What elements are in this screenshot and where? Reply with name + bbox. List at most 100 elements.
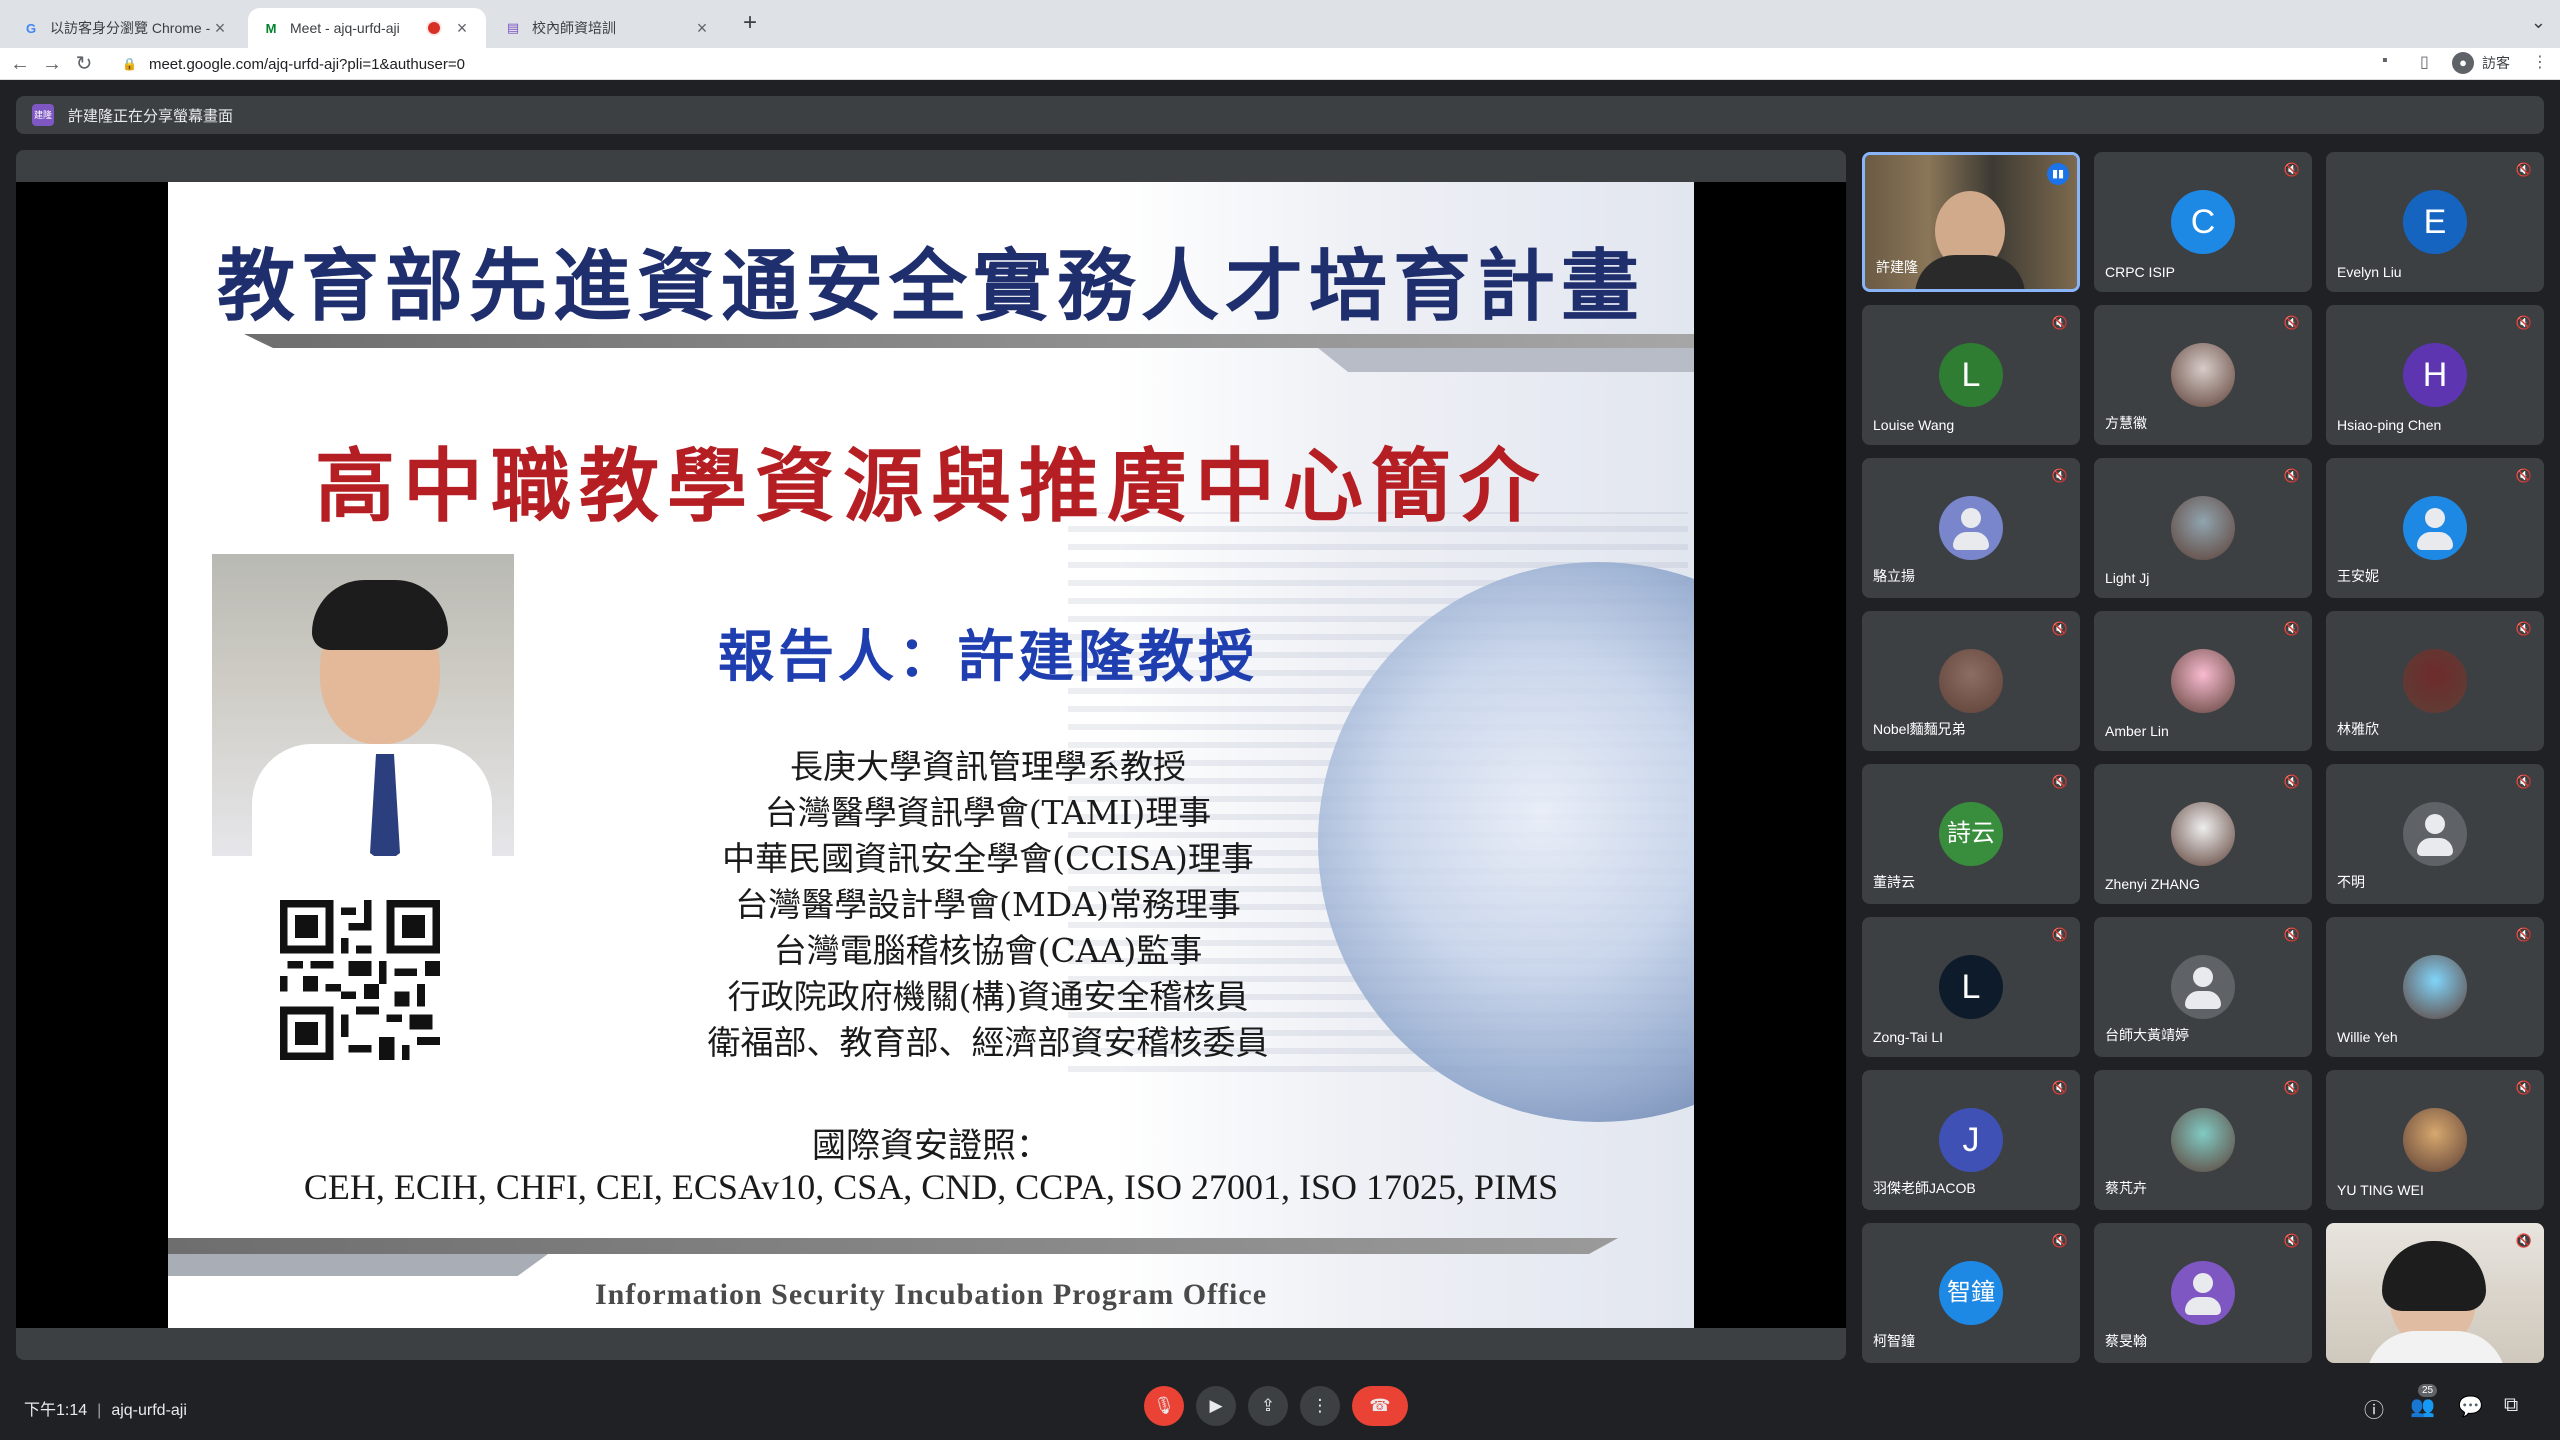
- chat-icon[interactable]: 💬: [2458, 1394, 2483, 1419]
- microphone-off-button[interactable]: 🎙: [1144, 1386, 1184, 1426]
- participant-tile[interactable]: 🔇 Zhenyi ZHANG: [2094, 764, 2312, 904]
- tab-title: Meet - ajq-urfd-aji: [290, 20, 400, 36]
- participant-name: 羽傑老師JACOB: [1873, 1180, 1976, 1196]
- participant-tile[interactable]: E 🔇 Evelyn Liu: [2326, 152, 2544, 292]
- participant-tile[interactable]: 🔇: [2326, 1223, 2544, 1363]
- presentation-slide: 教育部先進資通安全實務人才培育計畫 高中職教學資源與推廣中心簡介 報告人：許建隆…: [168, 182, 1694, 1328]
- tab-training[interactable]: ▤ 校內師資培訓 ×: [490, 8, 726, 48]
- participant-tile[interactable]: 🔇 YU TING WEI: [2326, 1070, 2544, 1210]
- presenter-photo: [212, 554, 514, 856]
- participant-name: 董詩云: [1873, 874, 1915, 890]
- slide-title-line: 中華民國資訊安全學會(CCISA)理事: [722, 839, 1254, 878]
- participant-name: 王安妮: [2337, 568, 2379, 584]
- participant-tile[interactable]: 詩云 🔇 董詩云: [1862, 764, 2080, 904]
- mic-muted-icon: 🔇: [2283, 1233, 2300, 1248]
- profile-button[interactable]: ● 訪客: [2452, 52, 2510, 74]
- participant-tile[interactable]: 🔇 Nobel麵麵兄弟: [1862, 611, 2080, 751]
- mic-muted-icon: 🔇: [2051, 1080, 2068, 1095]
- avatar: [2403, 1108, 2467, 1172]
- address-bar[interactable]: 🔒 meet.google.com/ajq-urfd-aji?pli=1&aut…: [112, 50, 2362, 78]
- participant-tile[interactable]: C 🔇 CRPC ISIP: [2094, 152, 2312, 292]
- more-options-button[interactable]: ⋮: [1300, 1386, 1340, 1426]
- avatar: [2403, 649, 2467, 713]
- people-button[interactable]: 👥 25: [2410, 1384, 2438, 1419]
- participant-name: CRPC ISIP: [2105, 264, 2176, 280]
- side-panel-icon[interactable]: ▯: [2420, 52, 2429, 72]
- close-tab-icon[interactable]: ×: [210, 18, 230, 39]
- participant-name: Willie Yeh: [2337, 1029, 2398, 1045]
- forward-arrow-icon[interactable]: →: [40, 52, 64, 76]
- mic-muted-icon: 🔇: [2283, 927, 2300, 942]
- avatar: H: [2403, 343, 2467, 407]
- meeting-details-icon[interactable]: ⓘ: [2364, 1394, 2384, 1423]
- participant-name: 方慧徽: [2105, 415, 2147, 431]
- participant-tile[interactable]: 🔇 Willie Yeh: [2326, 917, 2544, 1057]
- mic-muted-icon: 🔇: [2515, 774, 2532, 789]
- meet-icon: M: [265, 20, 277, 36]
- participant-tile[interactable]: ▮▮ 許建隆: [1862, 152, 2080, 292]
- recording-indicator-icon: [428, 22, 440, 34]
- close-tab-icon[interactable]: ×: [452, 18, 472, 39]
- participant-name: Evelyn Liu: [2337, 264, 2402, 280]
- participant-tile[interactable]: 🔇 駱立揚: [1862, 458, 2080, 598]
- avatar: [1939, 649, 2003, 713]
- participant-count-badge: 25: [2418, 1384, 2438, 1397]
- tab-meet[interactable]: M Meet - ajq-urfd-aji ×: [248, 8, 486, 48]
- participant-tile[interactable]: L 🔇 Louise Wang: [1862, 305, 2080, 445]
- new-tab-button[interactable]: +: [736, 10, 764, 38]
- video-icon: ▶: [1209, 1396, 1223, 1415]
- camera-icon[interactable]: ▪: [2382, 52, 2388, 70]
- avatar: [1939, 496, 2003, 560]
- url-text: meet.google.com/ajq-urfd-aji?pli=1&authu…: [148, 55, 465, 73]
- slide-divider: [244, 334, 1694, 348]
- participant-name: 不明: [2337, 874, 2365, 890]
- meeting-info: 下午1:14 | ajq-urfd-aji: [24, 1402, 187, 1419]
- slide-divider: [168, 1238, 1618, 1254]
- mic-muted-icon: 🔇: [2051, 1233, 2068, 1248]
- participant-tile[interactable]: 🔇 方慧徽: [2094, 305, 2312, 445]
- avatar: [2403, 802, 2467, 866]
- reload-icon[interactable]: ↻: [72, 52, 96, 76]
- close-tab-icon[interactable]: ×: [692, 18, 712, 39]
- slide-divider: [168, 1254, 548, 1276]
- slide-title-line: 行政院政府機關(構)資通安全稽核員: [727, 977, 1249, 1016]
- present-screen-button[interactable]: ⇪: [1248, 1386, 1288, 1426]
- more-menu-icon[interactable]: ⋮: [2532, 52, 2548, 72]
- participant-tile[interactable]: 🔇 蔡旻翰: [2094, 1223, 2312, 1363]
- present-icon: ⇪: [1260, 1396, 1276, 1415]
- participant-tile[interactable]: 智鐘 🔇 柯智鐘: [1862, 1223, 2080, 1363]
- camera-button[interactable]: ▶: [1196, 1386, 1236, 1426]
- avatar: 智鐘: [1939, 1261, 2003, 1325]
- avatar: L: [1939, 955, 2003, 1019]
- tab-search-chevron-icon[interactable]: ⌄: [2531, 12, 2546, 33]
- participant-tile[interactable]: H 🔇 Hsiao-ping Chen: [2326, 305, 2544, 445]
- participant-name: Hsiao-ping Chen: [2337, 417, 2442, 433]
- tab-guest-chrome[interactable]: G 以訪客身分瀏覽 Chrome - 電腦 ×: [8, 8, 244, 48]
- back-arrow-icon[interactable]: ←: [8, 52, 32, 76]
- participant-tile[interactable]: 🔇 王安妮: [2326, 458, 2544, 598]
- participant-tile[interactable]: 🔇 不明: [2326, 764, 2544, 904]
- participant-tile[interactable]: L 🔇 Zong-Tai LI: [1862, 917, 2080, 1057]
- mic-off-icon: 🎙: [1153, 1396, 1175, 1415]
- current-time: 下午1:14: [24, 1402, 88, 1419]
- participant-name: 蔡旻翰: [2105, 1333, 2147, 1349]
- mic-muted-icon: 🔇: [2051, 468, 2068, 483]
- mic-muted-icon: 🔇: [2515, 315, 2532, 330]
- participant-tile[interactable]: 🔇 Light Jj: [2094, 458, 2312, 598]
- participant-name: 蔡芃卉: [2105, 1180, 2147, 1196]
- avatar: [2171, 496, 2235, 560]
- presenting-banner: 建隆 許建隆正在分享螢幕畫面: [16, 96, 2544, 134]
- leave-call-button[interactable]: ☎: [1352, 1386, 1408, 1426]
- slide-title-line: 長庚大學資訊管理學系教授: [790, 747, 1186, 786]
- participant-tile[interactable]: 🔇 Amber Lin: [2094, 611, 2312, 751]
- activities-icon[interactable]: ⧉: [2504, 1394, 2518, 1417]
- participant-tile[interactable]: 🔇 台師大黃靖婷: [2094, 917, 2312, 1057]
- slide-title-line: 台灣醫學資訊學會(TAMI)理事: [764, 793, 1212, 832]
- participant-tile[interactable]: 🔇 蔡芃卉: [2094, 1070, 2312, 1210]
- slide-headline: 教育部先進資通安全實務人才培育計畫: [216, 241, 1645, 332]
- slide-title-line: 台灣電腦稽核協會(CAA)監事: [773, 931, 1203, 970]
- avatar: 詩云: [1939, 802, 2003, 866]
- participant-tile[interactable]: J 🔇 羽傑老師JACOB: [1862, 1070, 2080, 1210]
- slide-divider: [1318, 348, 1694, 372]
- participant-tile[interactable]: 🔇 林雅欣: [2326, 611, 2544, 751]
